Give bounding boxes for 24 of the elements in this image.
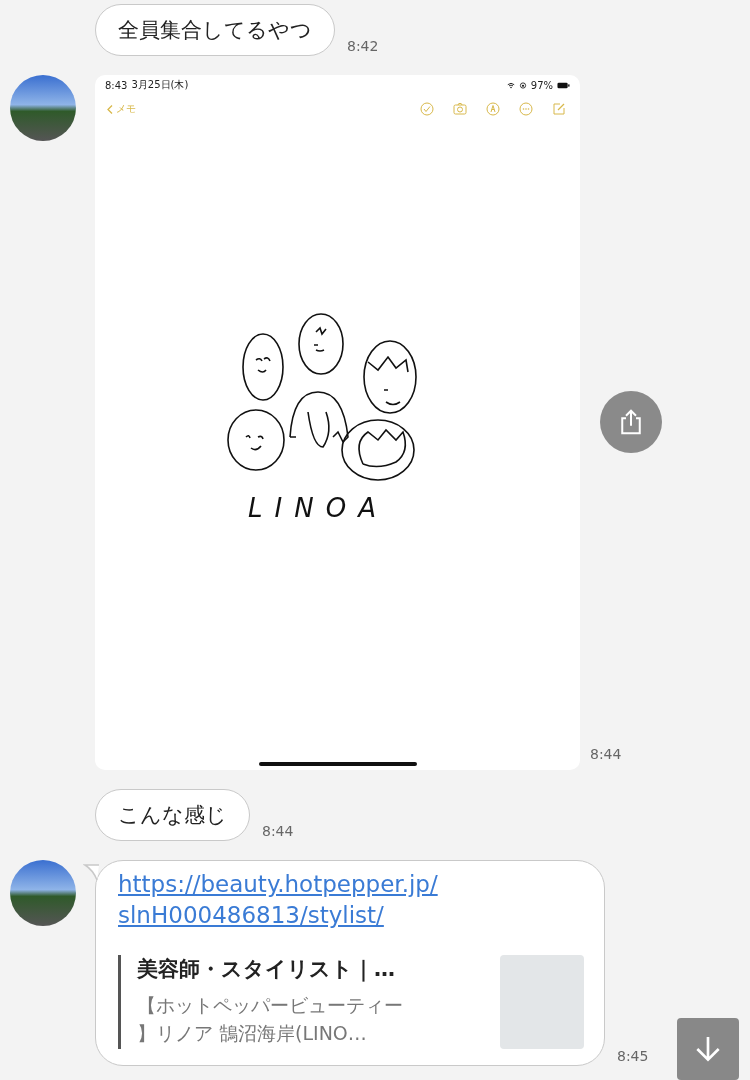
checkmark-circle-icon[interactable] bbox=[420, 102, 434, 116]
pen-circle-icon[interactable] bbox=[486, 102, 500, 116]
status-date: 3月25日(木) bbox=[131, 78, 189, 92]
battery-percent: 97% bbox=[530, 79, 553, 91]
sketch-label: LINOA bbox=[247, 493, 388, 523]
compose-icon[interactable] bbox=[552, 102, 566, 116]
message-bubble: 全員集合してるやつ bbox=[95, 4, 335, 56]
message-time: 8:42 bbox=[347, 38, 379, 54]
wifi-icon bbox=[506, 81, 515, 89]
status-time: 8:43 bbox=[105, 79, 128, 91]
message-time: 8:45 bbox=[617, 1048, 649, 1064]
camera-icon[interactable] bbox=[453, 102, 467, 116]
scroll-down-button[interactable] bbox=[677, 1018, 739, 1080]
chevron-left-icon bbox=[107, 103, 113, 115]
message-time: 8:44 bbox=[590, 746, 622, 762]
more-icon[interactable] bbox=[519, 102, 533, 116]
screenshot-image[interactable]: 8:43 3月25日(木) 97% メモ LINOA bbox=[95, 75, 580, 770]
preview-description: 【ホットペッパービューティー】リノア 鵠沼海岸(LINO… bbox=[137, 993, 404, 1046]
preview-title[interactable]: 美容師・スタイリスト｜… bbox=[137, 955, 480, 983]
message-time: 8:44 bbox=[262, 823, 294, 839]
message-bubble: こんな感じ bbox=[95, 789, 250, 841]
url-link[interactable]: https://beauty.hotpepper.jp/slnH000486813/stylist/ bbox=[118, 869, 446, 931]
lock-rotation-icon bbox=[518, 81, 527, 89]
battery-icon bbox=[557, 81, 570, 89]
